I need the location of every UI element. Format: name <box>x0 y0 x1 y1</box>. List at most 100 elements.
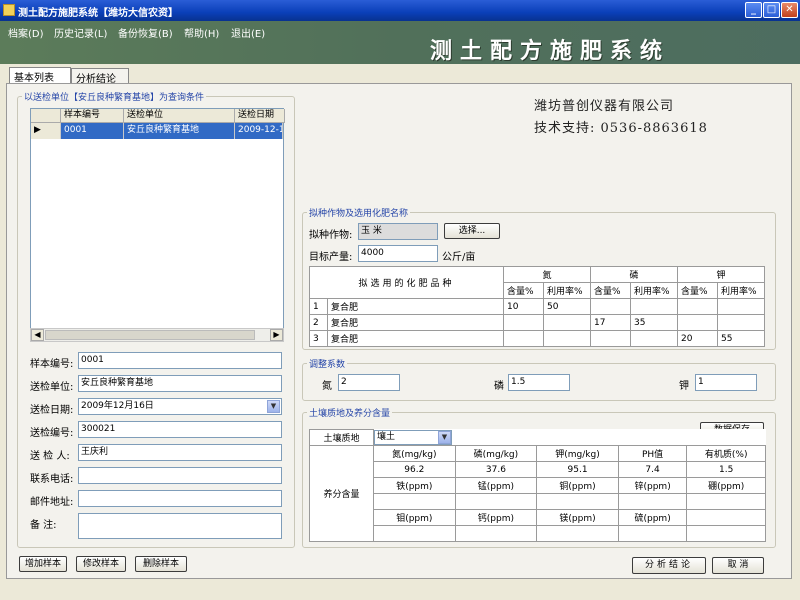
soil-table: 土壤质地 壤土 ▼ 养分含量 氮(mg/kg) 磷(mg/kg) 钾(mg/kg… <box>309 429 766 542</box>
nutrient-header: 硫(ppm) <box>617 509 688 526</box>
coef-p-field[interactable]: 1.5 <box>508 374 570 391</box>
nutrient-value[interactable] <box>686 525 766 542</box>
table-row[interactable] <box>310 493 766 510</box>
cell-id: 0001 <box>61 123 124 139</box>
maximize-button[interactable]: □ <box>763 2 780 18</box>
nutrient-value[interactable]: 95.1 <box>536 461 619 478</box>
cell[interactable]: 17 <box>590 314 631 331</box>
cell[interactable]: 20 <box>677 330 718 347</box>
grid-header-date[interactable]: 送检日期 <box>235 109 285 123</box>
sample-no-label: 样本编号: <box>30 359 74 370</box>
chevron-down-icon[interactable]: ▼ <box>438 430 451 444</box>
nutrient-value[interactable] <box>536 525 619 542</box>
coef-k-label: 钾 <box>679 381 689 392</box>
nutrient-value[interactable]: 1.5 <box>686 461 766 478</box>
menu-help[interactable]: 帮助(H) <box>184 25 219 40</box>
scroll-left-icon[interactable]: ◀ <box>31 329 44 341</box>
yield-unit: 公斤/亩 <box>442 252 476 263</box>
sample-grid[interactable]: 样本编号 送检单位 送检日期 ▶ 0001 安丘良种繁育基地 2009-12-1… <box>30 108 285 342</box>
cancel-button[interactable]: 取 消 <box>712 557 764 574</box>
coef-k-field[interactable]: 1 <box>695 374 757 391</box>
nutrient-header: 有机质(%) <box>686 445 766 462</box>
cell[interactable] <box>503 330 544 347</box>
yield-field[interactable]: 4000 <box>358 245 438 262</box>
menu-archive[interactable]: 档案(D) <box>8 25 44 40</box>
cell[interactable] <box>717 298 765 315</box>
nutrient-header: 硼(ppm) <box>686 477 766 494</box>
close-button[interactable]: ✕ <box>781 2 798 18</box>
cell[interactable]: 50 <box>543 298 591 315</box>
table-row[interactable] <box>310 525 766 542</box>
texture-value: 壤土 <box>377 431 396 442</box>
cell[interactable] <box>717 314 765 331</box>
grid-header-id[interactable]: 样本编号 <box>61 109 124 123</box>
nutrient-label: 养分含量 <box>309 445 374 542</box>
cell[interactable] <box>543 314 591 331</box>
coef-n-label: 氮 <box>322 381 332 392</box>
add-sample-button[interactable]: 增加样本 <box>19 556 67 572</box>
texture-select[interactable]: 壤土 ▼ <box>374 429 452 445</box>
cell[interactable]: 35 <box>630 314 678 331</box>
nutrient-value[interactable] <box>454 493 538 510</box>
no-field[interactable]: 300021 <box>78 421 282 438</box>
cell[interactable] <box>590 298 631 315</box>
nutrient-value[interactable]: 96.2 <box>373 461 456 478</box>
chevron-down-icon[interactable]: ▼ <box>267 400 280 413</box>
cell[interactable] <box>590 330 631 347</box>
cell[interactable]: 55 <box>717 330 765 347</box>
cell[interactable] <box>677 314 718 331</box>
table-row[interactable]: 2 复合肥 17 35 <box>309 314 765 331</box>
cell[interactable] <box>630 330 678 347</box>
table-row[interactable]: 1 复合肥 10 50 <box>309 298 765 315</box>
grid-header-unit[interactable]: 送检单位 <box>124 109 235 123</box>
cell[interactable] <box>503 314 544 331</box>
nutrient-value[interactable] <box>373 525 456 542</box>
support-phone: 技术支持: 0536-8863618 <box>534 121 708 136</box>
cell[interactable] <box>677 298 718 315</box>
nutrient-value[interactable] <box>617 525 688 542</box>
scroll-thumb[interactable] <box>45 330 255 340</box>
fertilizer-name[interactable]: 复合肥 <box>327 330 504 347</box>
analyze-button[interactable]: 分析结论 <box>632 557 706 574</box>
coef-n-field[interactable]: 2 <box>338 374 400 391</box>
nutrient-header: 钙(ppm) <box>454 509 538 526</box>
grid-corner <box>31 109 61 123</box>
tab-analysis[interactable]: 分析结论 <box>71 68 129 85</box>
menu-history[interactable]: 历史记录(L) <box>54 25 107 40</box>
unit-field[interactable]: 安丘良种繁育基地 <box>78 375 282 392</box>
post-field[interactable] <box>78 490 282 507</box>
table-row[interactable]: ▶ 0001 安丘良种繁育基地 2009-12-16 <box>31 123 283 139</box>
cell[interactable]: 10 <box>503 298 544 315</box>
minimize-button[interactable]: _ <box>745 2 762 18</box>
crop-field[interactable]: 玉 米 <box>358 223 438 240</box>
date-picker[interactable]: 2009年12月16日 ▼ <box>78 398 282 415</box>
fertilizer-name[interactable]: 复合肥 <box>327 314 504 331</box>
fertilizer-name[interactable]: 复合肥 <box>327 298 504 315</box>
table-row[interactable]: 96.2 37.6 95.1 7.4 1.5 <box>310 461 766 478</box>
nutrient-value[interactable] <box>536 493 619 510</box>
menu-exit[interactable]: 退出(E) <box>231 25 265 40</box>
tab-basic-list[interactable]: 基本列表 <box>9 67 71 84</box>
phone-field[interactable] <box>78 467 282 484</box>
nutrient-value[interactable] <box>373 493 456 510</box>
nutrient-value[interactable] <box>454 525 538 542</box>
table-row[interactable]: 3 复合肥 20 55 <box>309 330 765 347</box>
n-header: 氮 <box>503 266 591 283</box>
yield-label: 目标产量: <box>309 252 353 263</box>
select-crop-button[interactable]: 选择... <box>444 223 500 239</box>
horizontal-scrollbar[interactable]: ◀ ▶ <box>30 328 284 342</box>
nutrient-value[interactable]: 7.4 <box>617 461 688 478</box>
cell[interactable] <box>630 298 678 315</box>
menu-backup[interactable]: 备份恢复(B) <box>118 25 173 40</box>
nutrient-value[interactable] <box>686 493 766 510</box>
sample-no-field[interactable]: 0001 <box>78 352 282 369</box>
person-field[interactable]: 王庆利 <box>78 444 282 461</box>
nutrient-value[interactable]: 37.6 <box>454 461 538 478</box>
edit-sample-button[interactable]: 修改样本 <box>76 556 126 572</box>
cell[interactable] <box>543 330 591 347</box>
nutrient-value[interactable] <box>617 493 688 510</box>
note-field[interactable] <box>78 513 282 539</box>
scroll-right-icon[interactable]: ▶ <box>270 329 283 341</box>
delete-sample-button[interactable]: 删除样本 <box>135 556 187 572</box>
title-bar: 测土配方施肥系统【潍坊大信农资】 _ □ ✕ <box>0 0 800 21</box>
